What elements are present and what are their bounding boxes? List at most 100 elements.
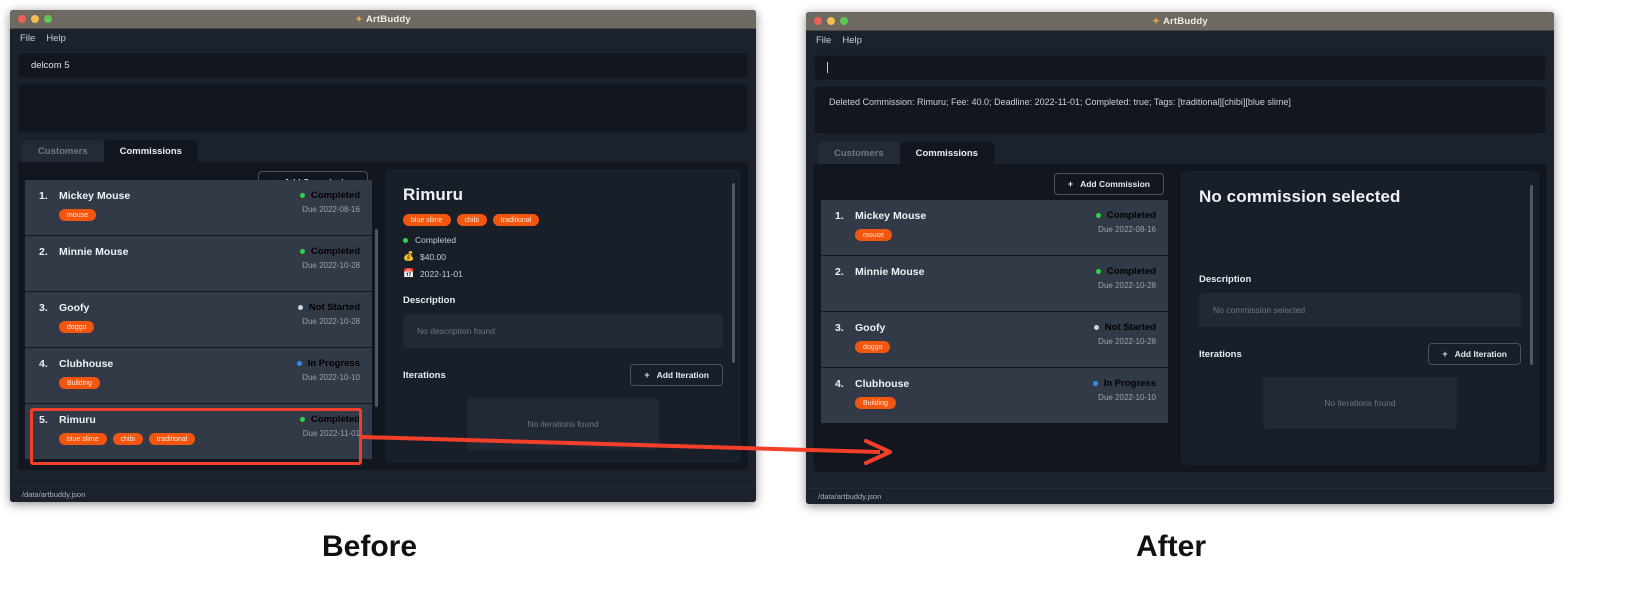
menu-item-file[interactable]: File bbox=[816, 35, 831, 46]
detail-title-before: Rimuru bbox=[403, 185, 464, 204]
commission-row-title: 1. Mickey Mouse bbox=[39, 190, 131, 202]
commission-row-side: In Progress Due 2022-10-10 bbox=[296, 358, 360, 382]
maximize-icon[interactable] bbox=[840, 17, 848, 25]
tag-chip: doggo bbox=[855, 341, 891, 353]
commission-row-main: 1. Mickey Mouse mouse bbox=[835, 210, 926, 241]
status-dot-icon bbox=[1092, 381, 1098, 386]
tag-chip: blue slime bbox=[59, 433, 107, 445]
commission-row-index: 3. bbox=[39, 302, 48, 314]
list-scroll-thumb[interactable] bbox=[375, 229, 378, 407]
commission-row-tags: doggo bbox=[39, 321, 95, 333]
status-label: Completed bbox=[310, 190, 360, 201]
list-scrollbar-after[interactable] bbox=[1171, 197, 1174, 461]
due-date: Due 2022-10-28 bbox=[302, 261, 360, 270]
tab-commissions[interactable]: Commissions bbox=[899, 142, 994, 164]
due-date: Due 2022-10-10 bbox=[1098, 393, 1156, 402]
status-badge: Completed bbox=[299, 246, 360, 257]
command-input-value: delcom 5 bbox=[31, 60, 70, 71]
description-heading-after: Description bbox=[1199, 274, 1252, 285]
tab-customers[interactable]: Customers bbox=[22, 140, 104, 162]
commission-row-side: Not Started Due 2022-10-28 bbox=[1093, 322, 1156, 346]
status-dot-icon bbox=[297, 305, 303, 310]
detail-scrollbar-before[interactable] bbox=[732, 183, 735, 363]
menubar-before: File Help bbox=[10, 29, 756, 47]
app-logo-icon: ✦ bbox=[355, 13, 363, 24]
command-input-after[interactable] bbox=[814, 55, 1546, 80]
add-iteration-label: Add Iteration bbox=[656, 370, 709, 380]
commission-row[interactable]: 3. Goofy doggo Not Started Due 2022-10-28 bbox=[821, 312, 1168, 368]
commission-row[interactable]: 2. Minnie Mouse Completed Due 2022-10-28 bbox=[25, 236, 372, 292]
add-iteration-label: Add Iteration bbox=[1454, 349, 1507, 359]
window-title: ✦ ArtBuddy bbox=[806, 16, 1554, 27]
due-date: Due 2022-10-28 bbox=[302, 317, 360, 326]
list-scrollbar-before[interactable] bbox=[375, 195, 378, 459]
description-heading-before: Description bbox=[403, 295, 456, 306]
maximize-icon[interactable] bbox=[44, 15, 52, 23]
add-iteration-button[interactable]: + Add Iteration bbox=[1428, 343, 1521, 365]
status-badge: In Progress bbox=[296, 358, 360, 369]
detail-fee-line: 💰 $40.00 bbox=[403, 251, 723, 262]
add-commission-button[interactable]: + Add Commission bbox=[1053, 173, 1164, 195]
status-badge: Completed bbox=[1095, 210, 1156, 221]
status-label: Not Started bbox=[308, 302, 360, 313]
detail-scrollbar-after[interactable] bbox=[1530, 185, 1533, 365]
commission-row[interactable]: 1. Mickey Mouse mouse Completed Due 2022-08-… bbox=[25, 180, 372, 236]
commission-row-main: 2. Minnie Mouse bbox=[835, 266, 924, 278]
tab-commissions[interactable]: Commissions bbox=[103, 140, 198, 162]
close-icon[interactable] bbox=[18, 15, 26, 23]
tag-chip: Building bbox=[855, 397, 896, 409]
output-box-after: Deleted Commission: Rimuru; Fee: 40.0; D… bbox=[814, 86, 1546, 134]
status-badge: Completed bbox=[299, 414, 360, 425]
commission-row[interactable]: 4. Clubhouse Building In Progress Due 2022-1… bbox=[821, 368, 1168, 424]
calendar-icon: 📅 bbox=[403, 268, 415, 278]
status-dot-icon bbox=[1095, 213, 1101, 218]
commission-row-tags: mouse bbox=[39, 209, 130, 221]
iterations-empty-after: No iterations found bbox=[1263, 377, 1457, 429]
commission-row-side: Completed Due 2022-10-28 bbox=[299, 246, 360, 270]
status-label: Completed bbox=[1106, 210, 1156, 221]
add-iteration-button[interactable]: + Add Iteration bbox=[630, 364, 723, 386]
commission-list-pane-before: + Add Commission 1.Mickey MousemouseComp… bbox=[25, 169, 378, 463]
commission-row[interactable]: 4. Clubhouse Building In Progress Due 2022-1… bbox=[25, 348, 372, 404]
tag-chip: doggo bbox=[59, 321, 95, 333]
tag-chip: chibi bbox=[456, 214, 487, 226]
detail-title-after: No commission selected bbox=[1199, 187, 1401, 206]
commission-row[interactable]: 1. Mickey Mouse mouse Completed Due 2022-08-… bbox=[821, 200, 1168, 256]
status-dot-icon bbox=[299, 417, 305, 422]
commission-row-index: 5. bbox=[39, 414, 48, 426]
commission-list-before[interactable]: 1. Mickey Mouse mouse Completed Due 2022-08-… bbox=[25, 180, 378, 463]
minimize-icon[interactable] bbox=[31, 15, 39, 23]
commission-list-after[interactable]: 1. Mickey Mouse mouse Completed Due 2022-08-… bbox=[821, 200, 1174, 465]
commission-row[interactable]: 2. Minnie Mouse Completed Due 2022-10-28 bbox=[821, 256, 1168, 312]
caption-before: Before bbox=[322, 530, 418, 563]
commission-row-side: Completed Due 2022-08-16 bbox=[1095, 210, 1156, 234]
status-badge: In Progress bbox=[1092, 378, 1156, 389]
commission-row-index: 1. bbox=[39, 190, 48, 202]
menu-item-help[interactable]: Help bbox=[842, 35, 862, 46]
command-input-before[interactable]: delcom 5 bbox=[18, 53, 748, 78]
status-dot-icon bbox=[299, 249, 305, 254]
plus-icon: + bbox=[1067, 178, 1074, 189]
menu-item-file[interactable]: File bbox=[20, 33, 35, 44]
commission-row[interactable]: 3. Goofy doggo Not Started Due 2022-10-28 bbox=[25, 292, 372, 348]
traffic-lights[interactable] bbox=[806, 17, 848, 25]
menu-item-help[interactable]: Help bbox=[46, 33, 66, 44]
console-area-before: delcom 5 bbox=[10, 47, 756, 132]
description-box-after: No commission selected bbox=[1199, 293, 1521, 327]
window-after: ✦ ArtBuddy File Help Deleted Commission: … bbox=[806, 12, 1554, 504]
traffic-lights[interactable] bbox=[10, 15, 52, 23]
tag-chip: traditional bbox=[492, 214, 540, 226]
commission-row[interactable]: 5. Rimuru blue slime chibi traditional Comple… bbox=[25, 404, 372, 460]
minimize-icon[interactable] bbox=[827, 17, 835, 25]
status-label: Not Started bbox=[1104, 322, 1156, 333]
close-icon[interactable] bbox=[814, 17, 822, 25]
iterations-header-before: Iterations + Add Iteration bbox=[403, 364, 723, 386]
tab-customers[interactable]: Customers bbox=[818, 142, 900, 164]
plus-icon: + bbox=[1442, 348, 1448, 359]
tag-chip: mouse bbox=[59, 209, 97, 221]
status-badge: Not Started bbox=[297, 302, 360, 313]
app-logo-icon: ✦ bbox=[1152, 15, 1160, 26]
status-dot-icon bbox=[299, 193, 305, 198]
app-title-text: ArtBuddy bbox=[365, 13, 411, 25]
panes-before: + Add Commission 1.Mickey MousemouseComp… bbox=[18, 162, 748, 470]
